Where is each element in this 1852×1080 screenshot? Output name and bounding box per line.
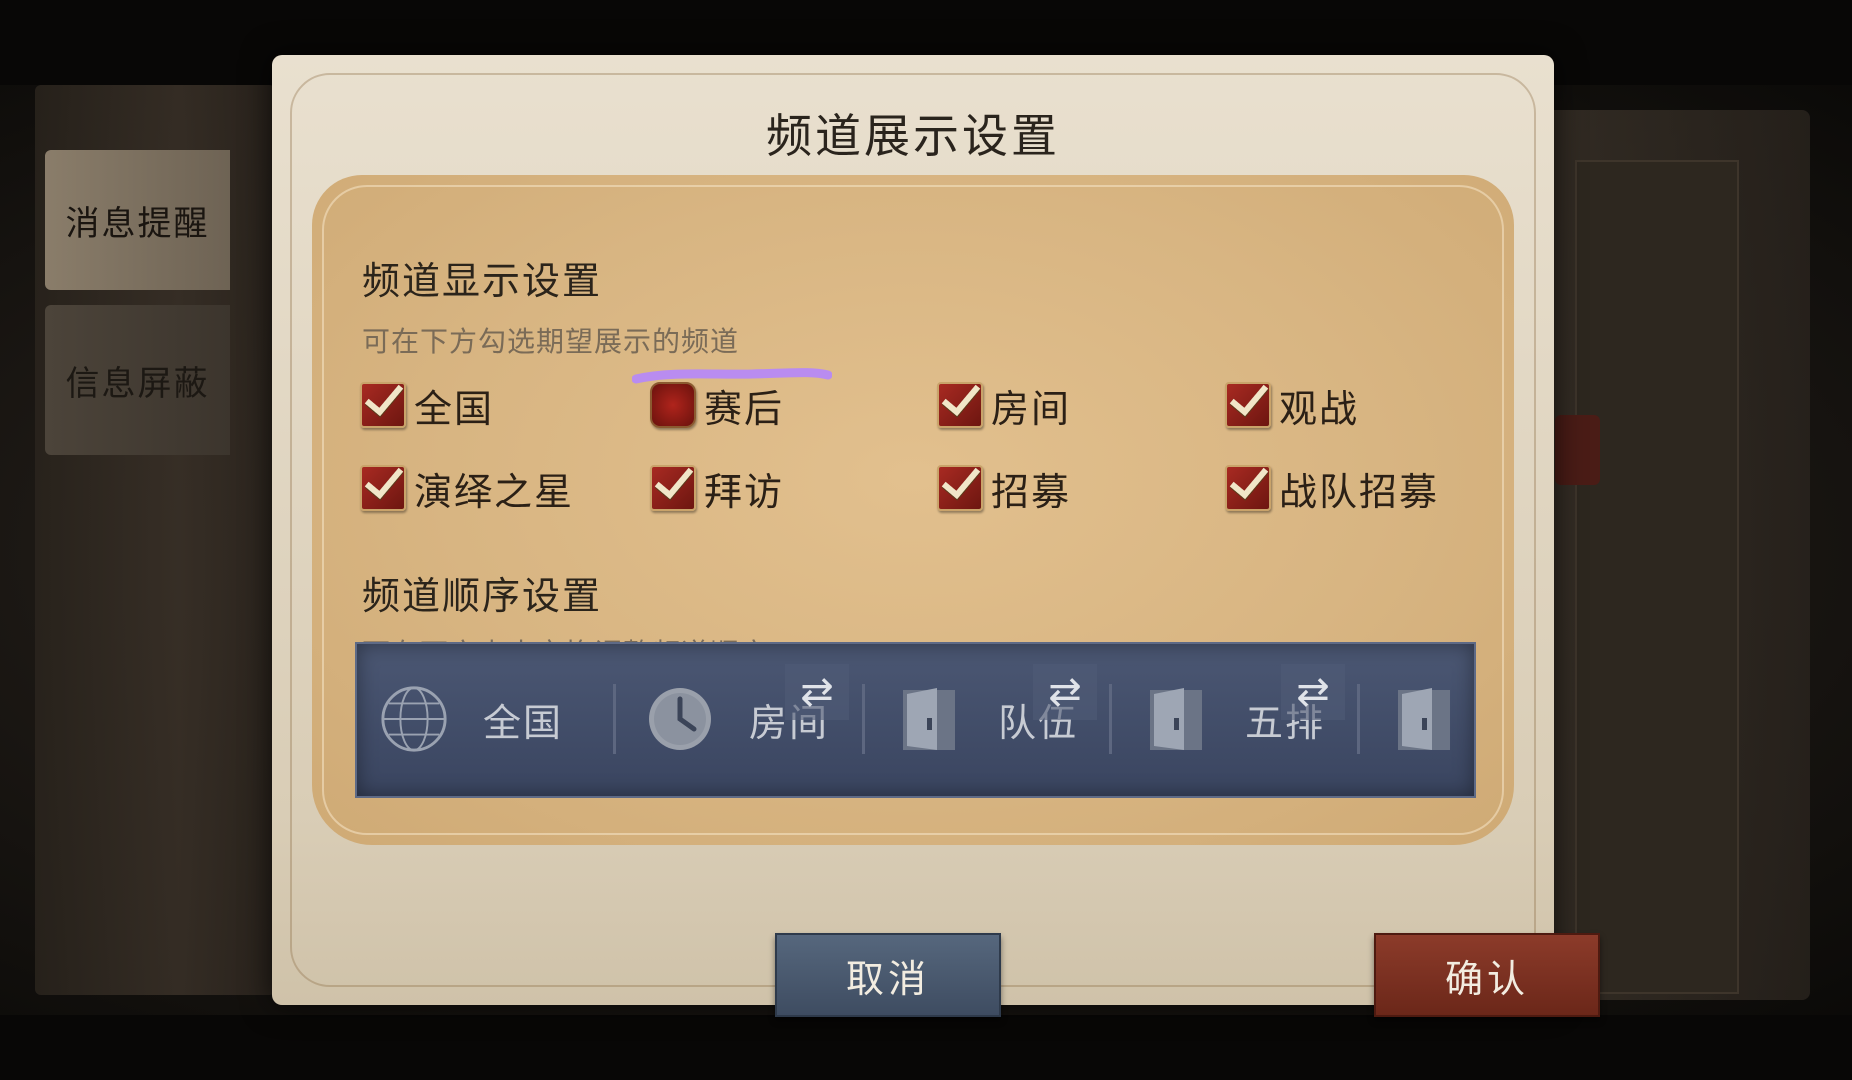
checkbox-checked-icon	[360, 465, 406, 511]
order-settings-title: 频道顺序设置	[362, 574, 603, 618]
checkbox-channel-yanyizhixing[interactable]: 演绎之星	[360, 458, 574, 518]
clock-icon	[645, 684, 715, 754]
slot-separator	[613, 684, 616, 754]
checkbox-label: 演绎之星	[414, 469, 575, 514]
cancel-button[interactable]: 取消	[775, 933, 1001, 1017]
right-page-tab	[1555, 415, 1600, 485]
checkbox-channel-zhaomu[interactable]: 招募	[937, 458, 1071, 518]
display-settings-title: 频道显示设置	[362, 259, 603, 303]
checkbox-channel-fangjian[interactable]: 房间	[937, 375, 1071, 435]
checkbox-checked-icon	[650, 465, 696, 511]
checkbox-label: 招募	[991, 469, 1072, 514]
order-slot-5[interactable]	[1367, 644, 1467, 794]
checkbox-checked-icon	[937, 382, 983, 428]
swap-icon[interactable]: ⇄	[1033, 664, 1097, 720]
globe-icon	[379, 684, 449, 754]
display-settings-description: 可在下方勾选期望展示的频道	[362, 325, 740, 358]
checkbox-channel-quanguo[interactable]: 全国	[360, 375, 494, 435]
checkbox-label: 观战	[1279, 386, 1360, 431]
right-page-inner	[1575, 160, 1739, 994]
checkbox-label: 房间	[991, 386, 1072, 431]
swap-icon[interactable]: ⇄	[1281, 664, 1345, 720]
channel-display-dialog: 频道展示设置 频道显示设置 可在下方勾选期望展示的频道 全国 赛后 房间 观战 …	[272, 55, 1600, 1017]
slot-separator	[1109, 684, 1112, 754]
tab-message-reminder[interactable]: 消息提醒	[45, 150, 230, 290]
purple-underline-annotation	[632, 368, 832, 384]
channel-order-bar: 全国 房间 ⇄ 队伍 ⇄ 五排 ⇄	[355, 642, 1476, 798]
door-icon	[1141, 684, 1211, 754]
tab-info-block[interactable]: 信息屏蔽	[45, 305, 230, 455]
checkbox-checked-icon	[1225, 465, 1271, 511]
door-icon	[1389, 684, 1459, 754]
checkbox-unchecked-icon	[650, 382, 696, 428]
checkbox-channel-baifang[interactable]: 拜访	[650, 458, 784, 518]
order-slot-label: 全国	[483, 700, 564, 745]
checkbox-channel-zhanduizhaomu[interactable]: 战队招募	[1225, 458, 1439, 518]
checkbox-checked-icon	[937, 465, 983, 511]
order-slot-1[interactable]: 全国	[357, 644, 603, 794]
swap-icon[interactable]: ⇄	[785, 664, 849, 720]
checkbox-label: 拜访	[704, 469, 785, 514]
door-icon	[894, 684, 964, 754]
checkbox-label: 全国	[414, 386, 495, 431]
checkbox-channel-guanzhan[interactable]: 观战	[1225, 375, 1359, 435]
checkbox-checked-icon	[1225, 382, 1271, 428]
confirm-button[interactable]: 确认	[1374, 933, 1600, 1017]
dialog-title: 频道展示设置	[766, 109, 1060, 163]
slot-separator	[1357, 684, 1360, 754]
checkbox-label: 战队招募	[1279, 469, 1440, 514]
checkbox-checked-icon	[360, 382, 406, 428]
slot-separator	[862, 684, 865, 754]
